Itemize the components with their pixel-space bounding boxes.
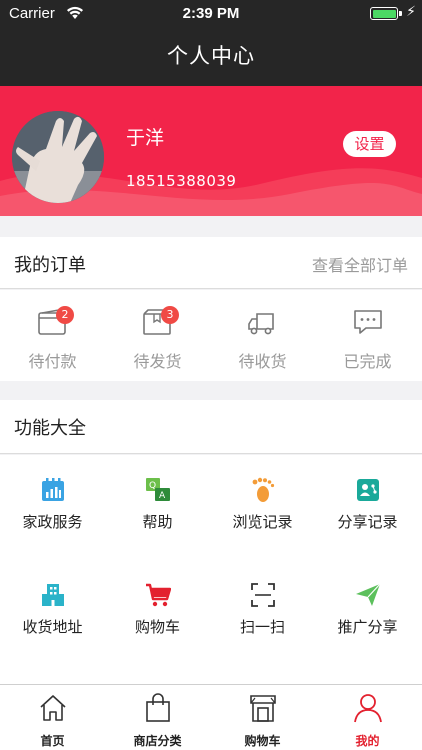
scan-icon — [251, 583, 275, 607]
shopping-bag-icon — [146, 693, 170, 722]
order-status-pending-receipt[interactable]: 待收货 — [210, 290, 315, 381]
orders-status-row: 2 待付款 3 待发货 待收货 已完成 — [0, 290, 422, 381]
feature-share-history[interactable]: 分享记录 — [315, 455, 420, 560]
paper-plane-icon — [356, 583, 381, 606]
feature-housekeeping[interactable]: 家政服务 — [0, 455, 105, 560]
store-icon — [250, 695, 276, 722]
building-icon — [42, 584, 64, 606]
tab-mine[interactable]: 我的 — [315, 685, 420, 750]
status-bar: Carrier 2:39 PM ⚡ — [0, 0, 422, 28]
status-time: 2:39 PM — [182, 5, 240, 22]
feature-label: 浏览记录 — [232, 513, 293, 531]
feature-label: 帮助 — [142, 513, 173, 531]
feature-shipping-address[interactable]: 收货地址 — [0, 560, 105, 665]
battery-icon — [370, 7, 398, 20]
features-header: 功能大全 — [0, 400, 422, 454]
home-icon — [40, 695, 66, 721]
feature-label: 推广分享 — [337, 618, 398, 636]
tab-cart[interactable]: 购物车 — [210, 685, 315, 750]
top-bar: Carrier 2:39 PM ⚡ 个人中心 — [0, 0, 422, 86]
feature-label: 收货地址 — [22, 618, 83, 636]
page-title: 个人中心 — [167, 44, 255, 68]
tab-label: 我的 — [355, 734, 380, 748]
feature-label: 分享记录 — [337, 513, 398, 531]
charging-icon: ⚡ — [406, 4, 416, 20]
tab-store-categories[interactable]: 商店分类 — [105, 685, 210, 750]
order-status-pending-payment[interactable]: 2 待付款 — [0, 290, 105, 381]
cart-icon — [146, 583, 171, 607]
order-status-label: 待发货 — [133, 352, 182, 371]
tab-label: 首页 — [40, 734, 65, 748]
footprint-icon — [252, 477, 275, 502]
truck-icon — [248, 313, 274, 335]
svg-text:A: A — [159, 491, 166, 501]
badge-count: 2 — [56, 306, 74, 324]
orders-title: 我的订单 — [14, 255, 86, 276]
feature-label: 扫一扫 — [239, 618, 285, 636]
calendar-chart-icon — [42, 478, 64, 501]
feature-promote-share[interactable]: 推广分享 — [315, 560, 420, 665]
order-status-completed[interactable]: 已完成 — [315, 290, 420, 381]
feature-browse-history[interactable]: 浏览记录 — [210, 455, 315, 560]
features-title: 功能大全 — [14, 418, 86, 439]
order-status-label: 待付款 — [28, 352, 77, 371]
user-phone: 18515388039 — [126, 172, 237, 190]
chat-icon — [354, 310, 382, 334]
screen: Carrier 2:39 PM ⚡ 个人中心 于洋 18515388039 设置… — [0, 0, 422, 750]
share-users-icon — [357, 479, 379, 501]
settings-button[interactable]: 设置 — [343, 131, 396, 157]
person-icon — [354, 694, 382, 723]
view-all-orders-link[interactable]: 查看全部订单 — [312, 252, 408, 276]
profile-banner: 于洋 18515388039 设置 — [0, 86, 422, 216]
feature-help[interactable]: Q A 帮助 — [105, 455, 210, 560]
feature-label: 家政服务 — [22, 513, 83, 531]
tab-label: 商店分类 — [133, 734, 182, 748]
user-name: 于洋 — [126, 127, 165, 149]
order-status-label: 已完成 — [343, 352, 392, 371]
tab-bar: 首页 商店分类 购物车 我的 — [0, 684, 422, 750]
feature-scan[interactable]: 扫一扫 — [210, 560, 315, 665]
features-grid: 家政服务 Q A 帮助 浏览记录 分享记录 收货地址 购物车 扫一扫 推广分享 — [0, 455, 422, 684]
order-status-label: 待收货 — [238, 352, 287, 371]
avatar-image — [12, 111, 104, 203]
order-status-pending-shipment[interactable]: 3 待发货 — [105, 290, 210, 381]
qa-chat-icon: Q A — [146, 478, 170, 501]
avatar[interactable] — [12, 111, 104, 203]
tab-label: 购物车 — [244, 734, 281, 748]
feature-cart[interactable]: 购物车 — [105, 560, 210, 665]
badge-count: 3 — [161, 306, 179, 324]
orders-header: 我的订单 查看全部订单 — [0, 237, 422, 289]
feature-label: 购物车 — [134, 618, 180, 636]
tab-home[interactable]: 首页 — [0, 685, 105, 750]
